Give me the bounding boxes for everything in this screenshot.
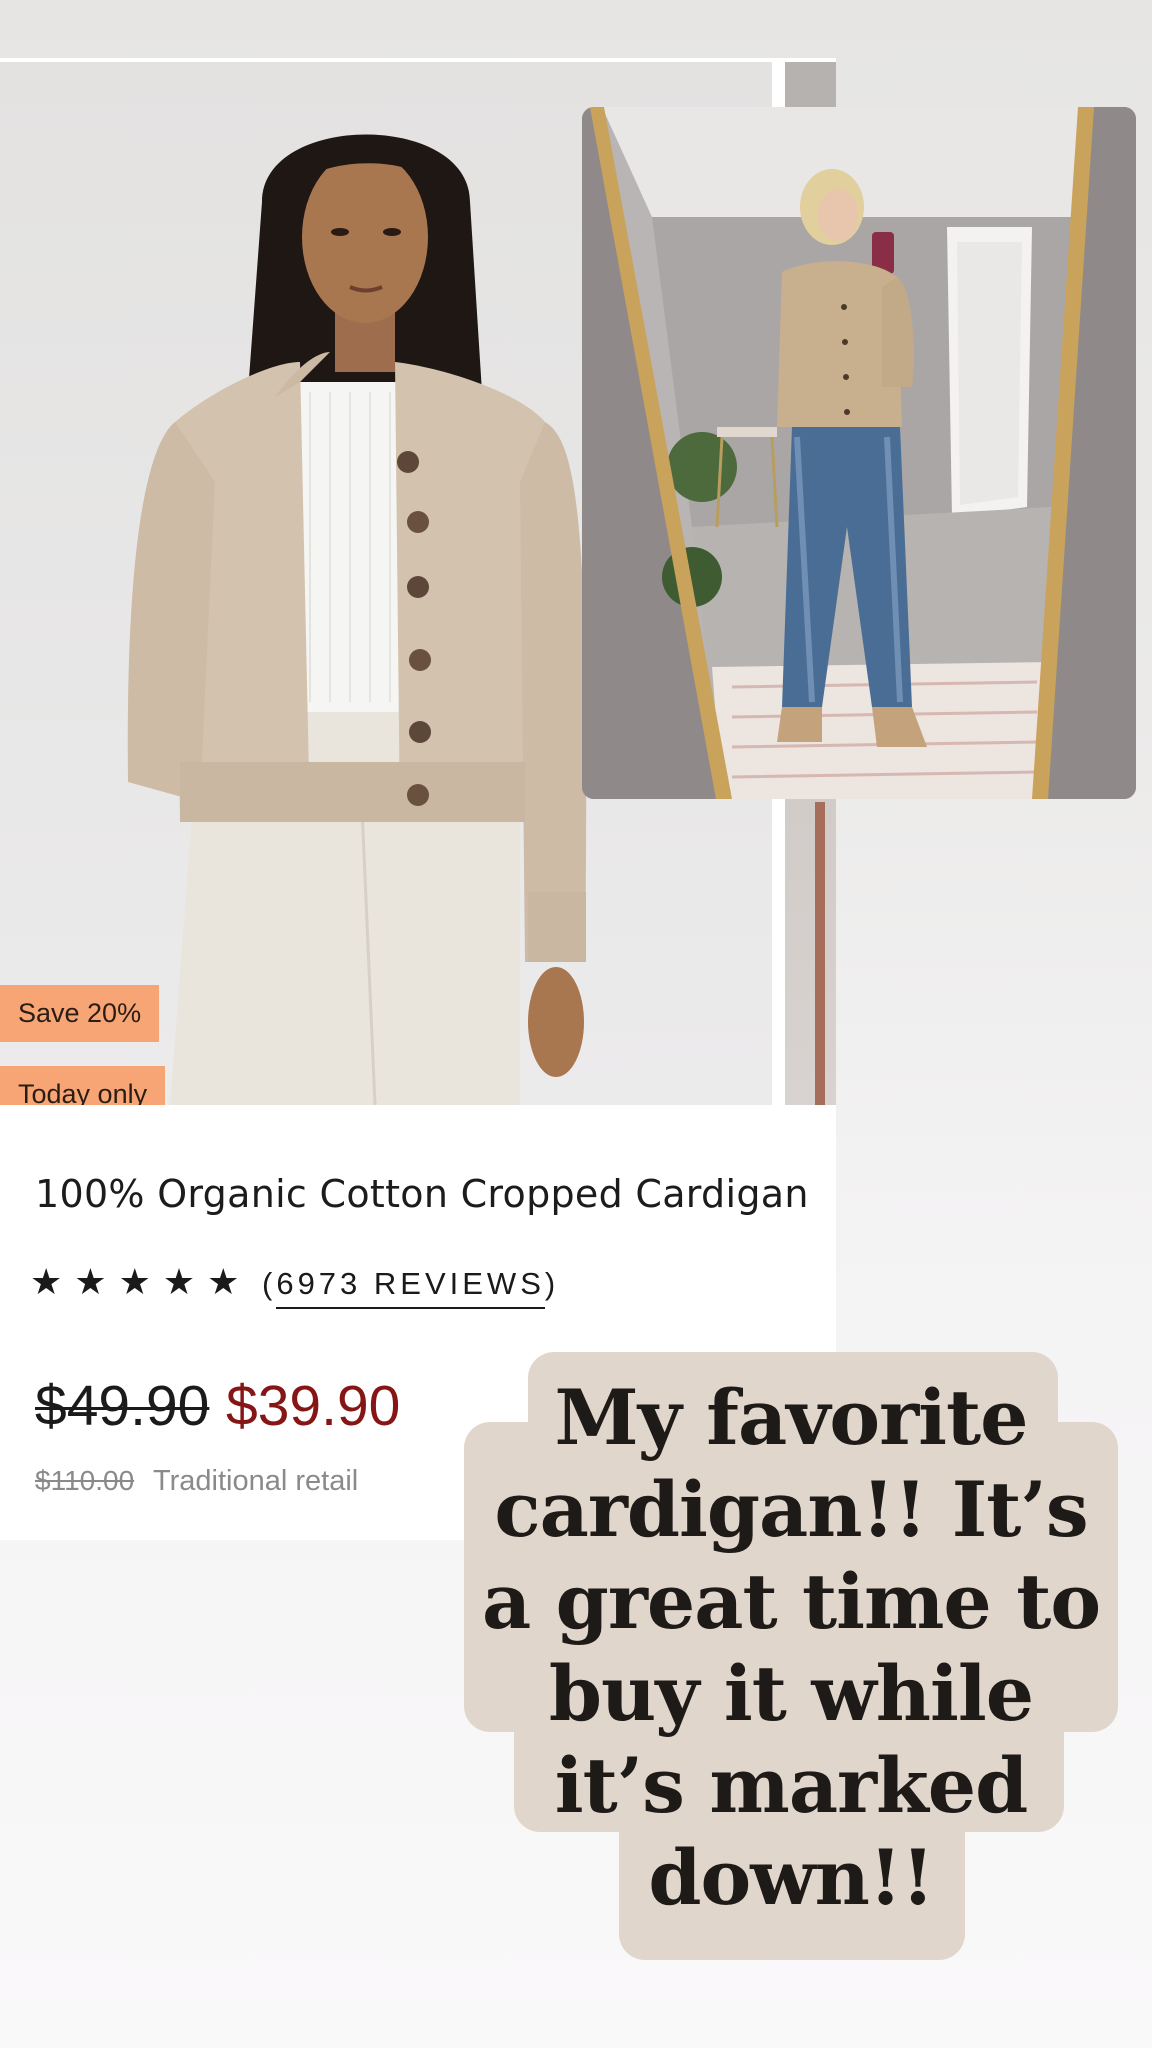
retail-price: $110.00 — [35, 1465, 135, 1496]
mirror-selfie-photo[interactable] — [582, 107, 1136, 799]
mirror-selfie-illustration — [582, 107, 1136, 799]
caption-text: My favorite cardigan!! It’s a great time… — [464, 1372, 1118, 1924]
save-badge: Save 20% — [0, 985, 160, 1042]
reviews-close-paren: ) — [544, 1266, 560, 1301]
reviews-count-label[interactable]: 6973 REVIEWS — [276, 1266, 545, 1309]
rating-stars: ★ ★ ★ ★ ★ — [30, 1263, 239, 1303]
star-icon: ★ — [74, 1262, 107, 1303]
reviews-open-paren: ( — [262, 1266, 277, 1301]
caption-line: down!! — [648, 1833, 934, 1922]
star-icon: ★ — [118, 1262, 151, 1303]
star-icon: ★ — [162, 1262, 196, 1303]
caption-line: a great time to — [481, 1557, 1101, 1646]
star-icon: ★ — [207, 1262, 240, 1303]
reviews-link[interactable]: (6973 REVIEWS) — [262, 1264, 560, 1309]
caption-line: cardigan!! It’s — [494, 1465, 1088, 1554]
sale-price: $39.90 — [226, 1374, 401, 1438]
product-title: 100% Organic Cotton Cropped Cardigan — [35, 1172, 809, 1216]
star-icon: ★ — [30, 1262, 63, 1303]
caption-line: My favorite — [554, 1373, 1029, 1462]
retail-label: Traditional retail — [153, 1465, 359, 1497]
caption-line: it’s marked — [554, 1741, 1029, 1830]
original-price: $49.90 — [35, 1374, 210, 1438]
today-only-badge: Today only — [0, 1066, 166, 1105]
caption-line: buy it while — [548, 1649, 1034, 1738]
